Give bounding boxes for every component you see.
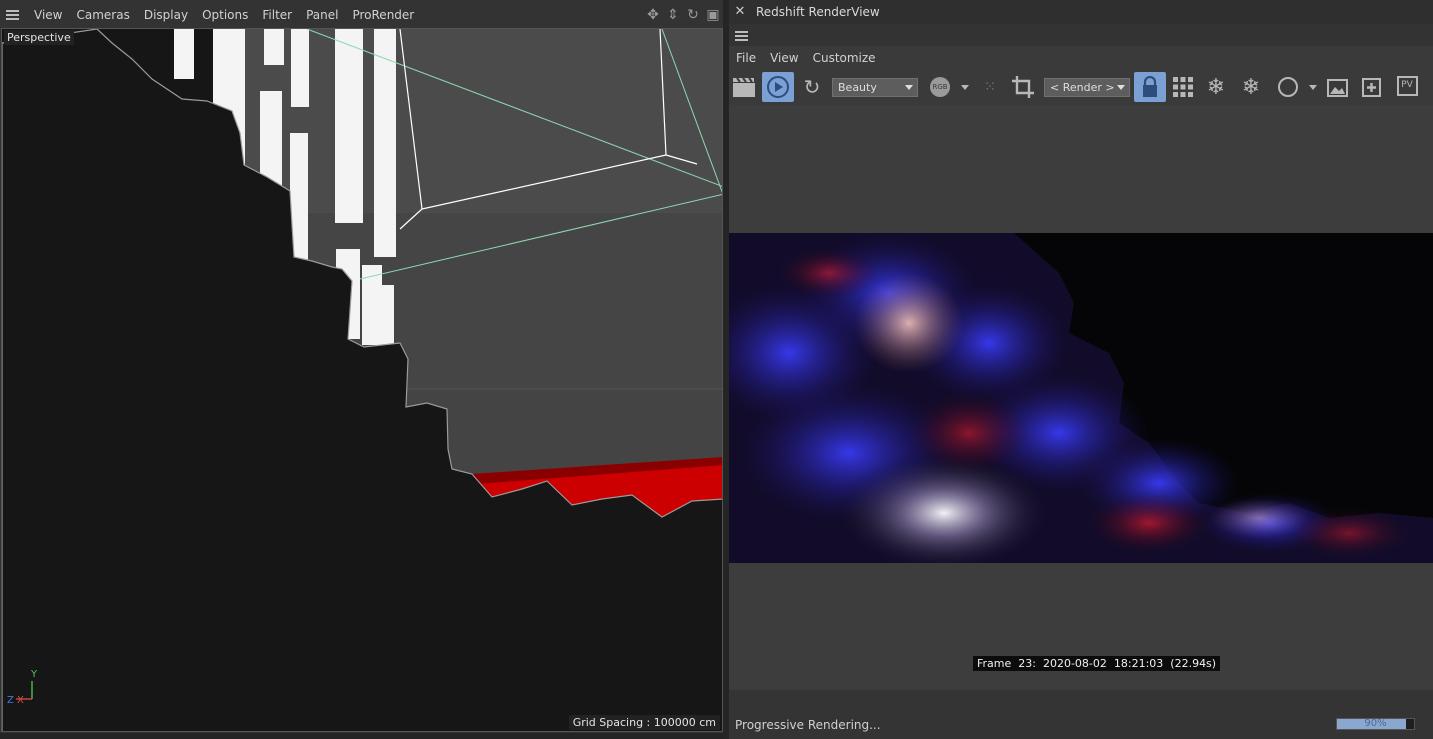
menu-cameras[interactable]: Cameras <box>69 8 136 22</box>
grid-spacing-label: Grid Spacing : 100000 cm <box>568 715 720 730</box>
menu-options[interactable]: Options <box>195 8 255 22</box>
menu-customize[interactable]: Customize <box>806 51 883 65</box>
render-view-panel: ✕ Redshift RenderView File View Customiz… <box>729 0 1433 739</box>
aov-dropdown[interactable]: Beauty <box>832 78 918 97</box>
viewport-menubar: View Cameras Display Options Filter Pane… <box>0 4 727 26</box>
axis-z-label: Z <box>7 695 14 706</box>
render-canvas[interactable]: Frame 23: 2020-08-02 18:21:03 (22.94s) <box>729 105 1433 690</box>
menu-view[interactable]: View <box>27 8 69 22</box>
menu-prorender[interactable]: ProRender <box>345 8 421 22</box>
render-view-hamburger-bar <box>729 24 1433 46</box>
render-status-bar: Progressive Rendering... 90% <box>729 690 1433 739</box>
render-view-toolbar: ↻ Beauty RGB ⁙ < Render > ❄ ❄ PV <box>729 72 1433 164</box>
axis-y-label: Y <box>31 669 38 680</box>
progress-label: 90% <box>1364 718 1387 729</box>
rgb-dropdown-arrow[interactable] <box>961 85 969 90</box>
play-render-icon[interactable] <box>762 72 794 102</box>
axis-x-label: X <box>17 695 24 706</box>
frame-info-label: Frame 23: 2020-08-02 18:21:03 (22.94s) <box>973 656 1221 671</box>
render-view-menubar: File View Customize <box>729 47 1433 69</box>
add-snapshot-icon[interactable] <box>1357 72 1385 102</box>
menu-view[interactable]: View <box>763 51 805 65</box>
snowflake-g-icon[interactable]: ❄ <box>1237 72 1265 102</box>
circle-icon[interactable] <box>1275 72 1301 102</box>
viewport-nav-icons: ✥ ⇕ ↻ ▣ <box>645 7 721 23</box>
dolly-icon[interactable]: ⇕ <box>665 7 681 23</box>
viewport-scene <box>2 29 722 731</box>
circle-dropdown-arrow[interactable] <box>1309 85 1317 90</box>
viewport-camera-label[interactable]: Perspective <box>4 30 74 45</box>
perspective-viewport[interactable]: Perspective Y Z X Grid Spacing : 100000 … <box>1 28 723 732</box>
grid-icon[interactable] <box>1170 72 1196 102</box>
hamburger-menu-icon[interactable] <box>735 31 748 41</box>
camera-dropdown[interactable]: < Render > <box>1044 78 1130 97</box>
rotate-icon[interactable]: ↻ <box>685 7 701 23</box>
pv-icon[interactable]: PV <box>1393 72 1421 102</box>
move-icon[interactable]: ✥ <box>645 7 661 23</box>
dots-grid-icon[interactable]: ⁙ <box>979 72 1001 102</box>
snowflake-icon[interactable]: ❄ <box>1203 72 1229 102</box>
picture-icon[interactable] <box>1324 72 1350 102</box>
menu-display[interactable]: Display <box>137 8 195 22</box>
render-view-title: Redshift RenderView <box>756 5 880 19</box>
clapperboard-icon[interactable] <box>731 72 757 102</box>
lock-icon[interactable] <box>1134 72 1166 102</box>
viewport-panel: View Cameras Display Options Filter Pane… <box>0 0 727 739</box>
rgb-channel-icon[interactable]: RGB <box>927 72 953 102</box>
render-view-titlebar: ✕ Redshift RenderView <box>729 0 1433 24</box>
close-icon[interactable]: ✕ <box>733 5 747 19</box>
maximize-icon[interactable]: ▣ <box>705 7 721 23</box>
crop-icon[interactable] <box>1009 72 1037 102</box>
render-output-image <box>729 233 1433 563</box>
menu-filter[interactable]: Filter <box>255 8 299 22</box>
hamburger-menu-icon[interactable] <box>6 10 19 20</box>
menu-file[interactable]: File <box>729 51 763 65</box>
menu-panel[interactable]: Panel <box>299 8 345 22</box>
render-progress-bar: 90% <box>1336 718 1415 730</box>
refresh-icon[interactable]: ↻ <box>799 72 825 102</box>
status-text: Progressive Rendering... <box>735 718 881 732</box>
render-artwork <box>729 233 1433 563</box>
bottom-strip <box>0 733 727 739</box>
